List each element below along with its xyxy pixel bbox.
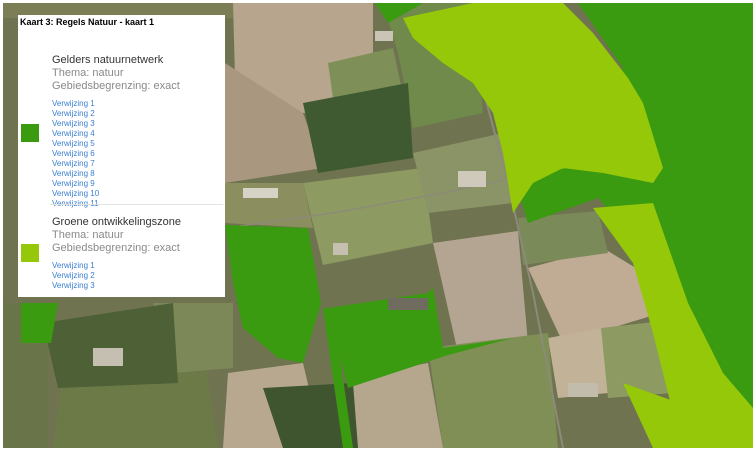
reference-link[interactable]: Verwijzing 6 [52,149,95,158]
green-development-zone [723,413,753,448]
building [458,171,486,187]
reference-link[interactable]: Verwijzing 5 [52,139,95,148]
reference-link[interactable]: Verwijzing 9 [52,179,95,188]
building [388,298,428,310]
reference-link[interactable]: Verwijzing 8 [52,169,95,178]
reference-list: Verwijzing 1 Verwijzing 2 Verwijzing 3 [52,261,95,291]
list-item: Verwijzing 1 [52,99,99,109]
list-item: Verwijzing 4 [52,129,99,139]
reference-link[interactable]: Verwijzing 7 [52,159,95,168]
list-item: Verwijzing 8 [52,169,99,179]
list-item: Verwijzing 10 [52,189,99,199]
reference-list: Verwijzing 1 Verwijzing 2 Verwijzing 3 V… [52,99,99,209]
building [375,31,393,41]
reference-link[interactable]: Verwijzing 3 [52,281,95,290]
reference-link[interactable]: Verwijzing 3 [52,119,95,128]
list-item: Verwijzing 2 [52,271,95,281]
building [243,188,278,198]
legend-swatch-dark-green [21,124,39,142]
legend-title: Kaart 3: Regels Natuur - kaart 1 [20,17,155,27]
list-item: Verwijzing 3 [52,281,95,291]
list-item: Verwijzing 7 [52,159,99,169]
list-item: Verwijzing 5 [52,139,99,149]
reference-link[interactable]: Verwijzing 2 [52,109,95,118]
legend-group-theme: Thema: natuur [52,67,124,79]
building [93,348,123,366]
legend-group-boundary: Gebiedsbegrenzing: exact [52,242,180,254]
list-item: Verwijzing 9 [52,179,99,189]
legend-group-name: Groene ontwikkelingszone [52,216,182,228]
list-item: Verwijzing 2 [52,109,99,119]
building [568,383,598,397]
map-legend: Kaart 3: Regels Natuur - kaart 1 Gelders… [18,15,225,297]
reference-link[interactable]: Verwijzing 1 [52,99,95,108]
reference-link[interactable]: Verwijzing 10 [52,189,99,198]
reference-link[interactable]: Verwijzing 4 [52,129,95,138]
legend-swatch-light-green [21,244,39,262]
reference-link[interactable]: Verwijzing 2 [52,271,95,280]
list-item: Verwijzing 3 [52,119,99,129]
legend-group-theme: Thema: natuur [52,229,124,241]
list-item: Verwijzing 6 [52,149,99,159]
legend-group-boundary: Gebiedsbegrenzing: exact [52,80,180,92]
list-item: Verwijzing 1 [52,261,95,271]
legend-group-name: Gelders natuurnetwerk [52,54,164,66]
building [333,243,348,255]
legend-divider [50,204,223,205]
reference-link[interactable]: Verwijzing 1 [52,261,95,270]
